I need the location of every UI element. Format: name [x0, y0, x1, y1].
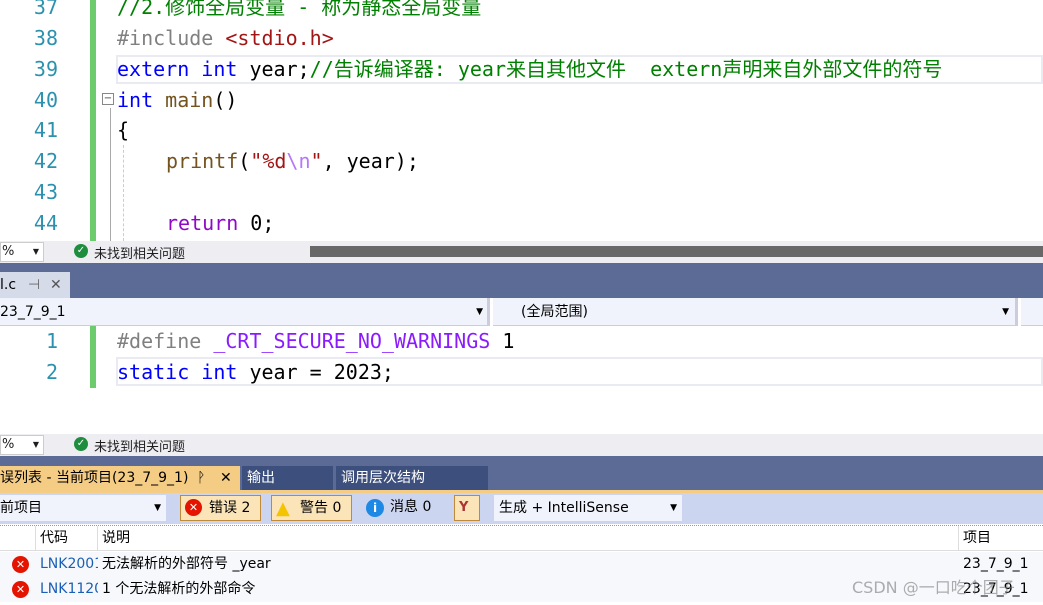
error-icon: ✕: [185, 499, 202, 516]
build-filter-dropdown[interactable]: 生成 + IntelliSense ▼: [494, 495, 682, 521]
code-line: #define _CRT_SECURE_NO_WARNINGS 1: [117, 329, 515, 353]
watermark: CSDN @一口吃个团子: [852, 578, 1015, 597]
column-header-project[interactable]: 项目: [963, 526, 991, 551]
pin-icon[interactable]: ⊣: [28, 272, 40, 298]
line-number: 2: [45, 360, 58, 384]
column-header-code[interactable]: 代码: [40, 526, 68, 551]
file-tab-label: l.c: [0, 277, 17, 293]
code-line: static int year = 2023;: [117, 360, 394, 384]
code-line: printf("%d\n", year);: [166, 149, 419, 173]
document-tab-strip: l.c ⊣ ✕: [0, 263, 1043, 298]
line-number: 37: [33, 0, 58, 19]
column-header-description[interactable]: 说明: [102, 526, 130, 551]
line-number: 42: [33, 149, 58, 173]
line-number: 44: [33, 211, 58, 235]
tab-error-list[interactable]: 误列表 - 当前项目(23_7_9_1) ᚹ ✕: [0, 466, 240, 490]
close-icon[interactable]: ✕: [220, 466, 232, 490]
change-bar: [90, 326, 96, 388]
error-icon: ✕: [12, 556, 29, 573]
change-bar: [90, 0, 96, 241]
tab-call-hierarchy[interactable]: 调用层次结构: [336, 466, 488, 490]
scope-dropdown[interactable]: (全局范围) ▼: [493, 298, 1018, 326]
error-code-link[interactable]: LNK2001: [40, 552, 98, 577]
issues-status: 未找到相关问题: [94, 440, 186, 455]
filter-toggle-button[interactable]: Y: [454, 495, 480, 521]
error-code-link[interactable]: LNK1120: [40, 577, 98, 602]
line-number: 1: [45, 329, 58, 353]
member-dropdown[interactable]: [1021, 298, 1043, 326]
close-icon[interactable]: ✕: [50, 272, 62, 298]
code-editor-main[interactable]: 37 38 39 40 41 42 43 44 − //2.修饰全局变量 - 称…: [0, 0, 1043, 241]
code-line: {: [117, 118, 130, 142]
file-tab[interactable]: l.c ⊣ ✕: [0, 272, 70, 298]
project-dropdown[interactable]: 23_7_9_1 ▼: [0, 298, 490, 326]
code-editor-secondary[interactable]: 1 2 #define _CRT_SECURE_NO_WARNINGS 1 st…: [0, 326, 1043, 433]
line-number: 41: [33, 118, 58, 142]
collapse-icon[interactable]: −: [102, 93, 114, 105]
error-description: 1 个无法解析的外部命令: [102, 581, 256, 597]
info-icon: i: [366, 499, 384, 517]
editor-status-bar: % ▼ ✓ 未找到相关问题: [0, 434, 1043, 456]
horizontal-scrollbar[interactable]: [310, 246, 1043, 257]
zoom-dropdown[interactable]: % ▼: [0, 435, 44, 455]
editor-status-bar: % ▼ ✓ 未找到相关问题: [0, 241, 1043, 263]
zoom-dropdown[interactable]: % ▼: [0, 242, 44, 262]
messages-filter-button[interactable]: i 消息 0: [360, 495, 440, 521]
indent-guide: [123, 145, 124, 241]
line-number: 43: [33, 180, 58, 204]
warnings-filter-button[interactable]: ▲ 警告 0: [271, 495, 352, 521]
line-number: 40: [33, 88, 58, 112]
code-line: return 0;: [166, 211, 275, 235]
errors-filter-button[interactable]: ✕ 错误 2: [180, 495, 261, 521]
code-line: extern int year;//告诉编译器: year来自其他文件 exte…: [117, 57, 943, 81]
tool-window-tabs: 误列表 - 当前项目(23_7_9_1) ᚹ ✕ 输出 调用层次结构: [0, 456, 1043, 490]
outline-guide: [110, 108, 111, 241]
issues-status: 未找到相关问题: [94, 247, 186, 262]
code-line: //2.修饰全局变量 - 称为静态全局变量: [117, 0, 482, 19]
error-icon: ✕: [12, 581, 29, 598]
error-description: 无法解析的外部符号 _year: [102, 556, 271, 572]
check-icon: ✓: [74, 244, 88, 258]
error-table-header: 代码 说明 项目: [0, 525, 1043, 551]
warning-icon: ▲: [276, 498, 290, 519]
line-number: 39: [33, 57, 58, 81]
check-icon: ✓: [74, 437, 88, 451]
code-line: int main(): [117, 88, 238, 112]
line-number: 38: [33, 26, 58, 50]
scope-filter-dropdown[interactable]: 前项目 ▼: [0, 495, 166, 521]
pin-icon[interactable]: ᚹ: [197, 466, 205, 490]
tab-output[interactable]: 输出: [242, 466, 333, 490]
code-line: #include <stdio.h>: [117, 26, 334, 50]
